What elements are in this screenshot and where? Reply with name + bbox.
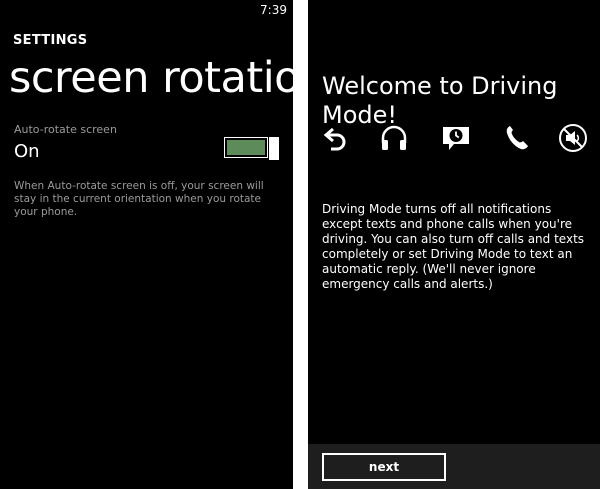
auto-rotate-label: Auto-rotate screen — [14, 123, 117, 136]
screen-rotation-settings-screen: 7:39 SETTINGS screen rotation Auto-rotat… — [0, 0, 293, 489]
page-title: screen rotation — [9, 53, 293, 103]
back-arrow-icon — [320, 122, 352, 154]
app-bar: next — [308, 444, 600, 489]
status-bar-time: 7:39 — [260, 3, 287, 17]
auto-rotate-description: When Auto-rotate screen is off, your scr… — [14, 180, 264, 218]
auto-rotate-state: On — [14, 141, 40, 162]
driving-mode-description: Driving Mode turns off all notifications… — [322, 202, 585, 291]
driving-mode-welcome-screen: Welcome to Driving Mode! Driving Mode tu… — [308, 0, 600, 489]
auto-reply-message-icon — [440, 122, 472, 154]
auto-rotate-toggle-switch[interactable] — [224, 137, 279, 160]
section-label: SETTINGS — [13, 33, 88, 48]
driving-mode-icon-row — [308, 122, 600, 156]
phone-icon — [500, 122, 532, 154]
toggle-fill — [227, 140, 265, 155]
next-button[interactable]: next — [322, 453, 446, 481]
toggle-thumb[interactable] — [269, 137, 279, 160]
headphones-icon — [378, 122, 410, 154]
speaker-muted-icon — [557, 122, 589, 154]
